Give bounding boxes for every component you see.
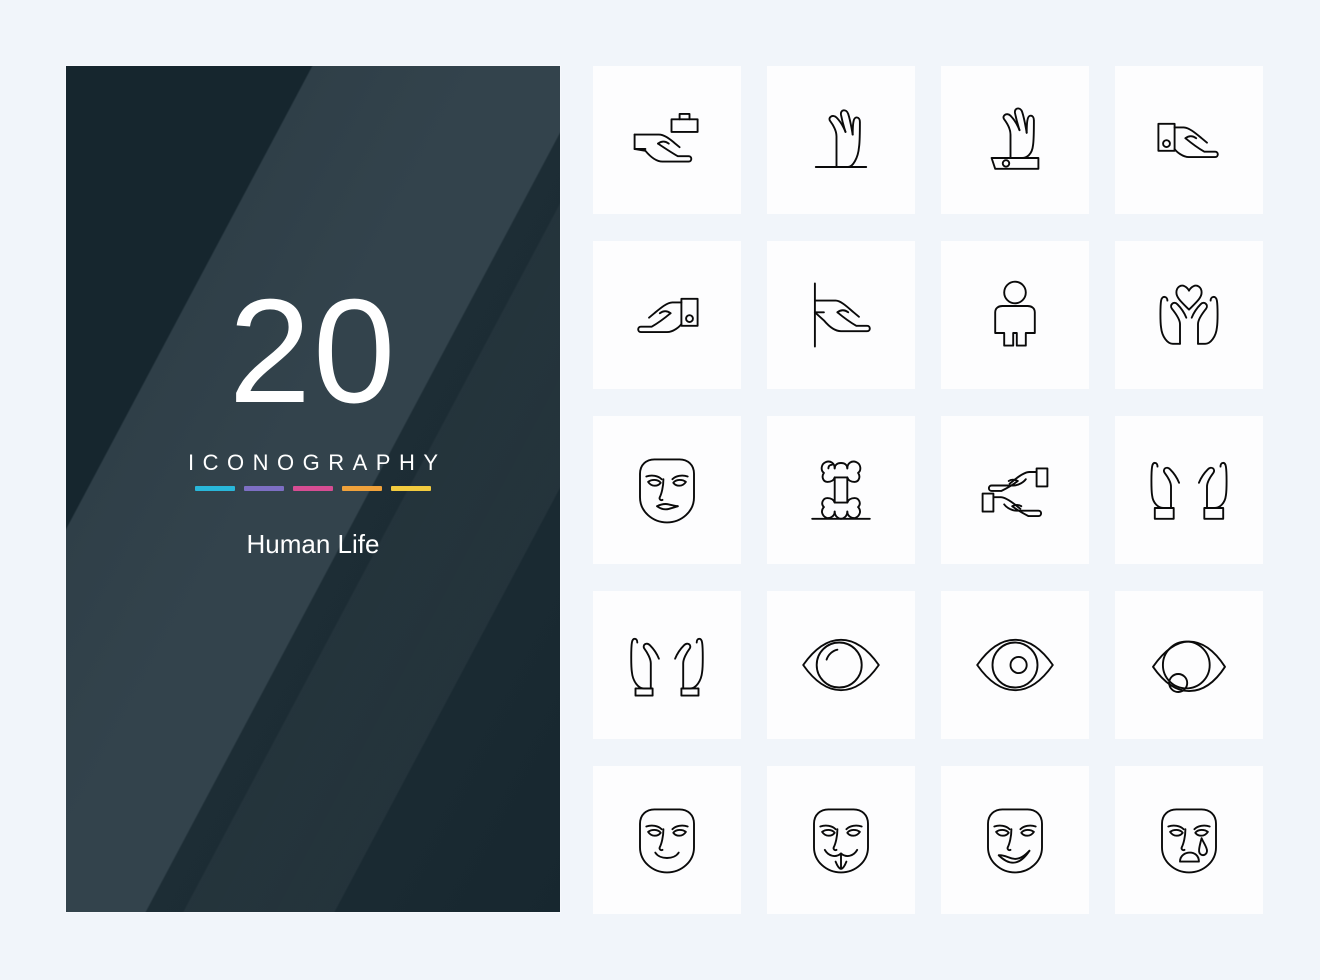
person-standing-icon bbox=[994, 280, 1036, 347]
open-hand-left-with-cuff-icon bbox=[637, 297, 699, 334]
icon-tile-eye-low-pupil[interactable] bbox=[1115, 591, 1263, 739]
face-mask-moustache-icon bbox=[813, 808, 869, 874]
icon-tile-face-mask-neutral[interactable] bbox=[593, 416, 741, 564]
cover-subject-title: Human Life bbox=[246, 529, 380, 560]
icon-count: 20 bbox=[228, 269, 398, 434]
raised-hand-with-cuff-icon bbox=[990, 107, 1040, 170]
slide-canvas: 20 ICONOGRAPHY Human Life bbox=[0, 0, 1320, 980]
hands-holding-heart-icon bbox=[1159, 284, 1219, 345]
face-mask-crying-icon bbox=[1161, 808, 1217, 874]
two-hands-facing-icon bbox=[981, 467, 1049, 518]
hand-holding-briefcase-icon bbox=[633, 112, 699, 163]
eye-with-pupil-icon bbox=[976, 638, 1054, 692]
eye-blank-icon bbox=[802, 638, 880, 692]
two-open-palms-icon bbox=[630, 637, 704, 697]
raised-hand-on-ground-icon bbox=[814, 109, 868, 168]
icon-tile-person-standing[interactable] bbox=[941, 241, 1089, 389]
icon-tile-eye-blank[interactable] bbox=[767, 591, 915, 739]
face-mask-smirk-icon bbox=[987, 808, 1043, 874]
cover-panel: 20 ICONOGRAPHY Human Life bbox=[66, 66, 560, 912]
icon-grid bbox=[593, 66, 1265, 914]
icon-tile-two-hands-facing[interactable] bbox=[941, 416, 1089, 564]
bone-on-ground-icon bbox=[811, 460, 871, 520]
face-mask-neutral-icon bbox=[639, 458, 695, 524]
icon-tile-eye-with-pupil[interactable] bbox=[941, 591, 1089, 739]
hand-on-pole-icon bbox=[813, 282, 871, 348]
icon-tile-bone-on-ground[interactable] bbox=[767, 416, 915, 564]
icon-tile-hand-on-pole[interactable] bbox=[767, 241, 915, 389]
iconography-label: ICONOGRAPHY bbox=[187, 450, 447, 476]
icon-tile-raised-hand-with-cuff[interactable] bbox=[941, 66, 1089, 214]
icon-tile-hands-holding-heart[interactable] bbox=[1115, 241, 1263, 389]
open-hand-right-with-cuff-icon bbox=[1157, 122, 1219, 159]
icon-tile-open-hand-right-with-cuff[interactable] bbox=[1115, 66, 1263, 214]
swatch-orange bbox=[342, 486, 382, 492]
swatch-pink bbox=[293, 486, 333, 492]
icon-tile-raised-hand-on-ground[interactable] bbox=[767, 66, 915, 214]
color-swatch-row bbox=[195, 486, 431, 492]
swatch-yellow bbox=[391, 486, 431, 492]
icon-tile-two-raised-hands-cuffed[interactable] bbox=[1115, 416, 1263, 564]
two-raised-hands-cuffed-icon bbox=[1150, 461, 1228, 520]
icon-tile-face-mask-smirk[interactable] bbox=[941, 766, 1089, 914]
icon-tile-two-open-palms[interactable] bbox=[593, 591, 741, 739]
face-mask-smiling-icon bbox=[639, 808, 695, 874]
icon-tile-face-mask-moustache[interactable] bbox=[767, 766, 915, 914]
eye-low-pupil-icon bbox=[1152, 640, 1226, 693]
icon-tile-hand-holding-briefcase[interactable] bbox=[593, 66, 741, 214]
swatch-purple bbox=[244, 486, 284, 492]
icon-tile-face-mask-crying[interactable] bbox=[1115, 766, 1263, 914]
cover-content: 20 ICONOGRAPHY Human Life bbox=[66, 66, 560, 912]
icon-tile-open-hand-left-with-cuff[interactable] bbox=[593, 241, 741, 389]
swatch-cyan bbox=[195, 486, 235, 492]
icon-tile-face-mask-smiling[interactable] bbox=[593, 766, 741, 914]
